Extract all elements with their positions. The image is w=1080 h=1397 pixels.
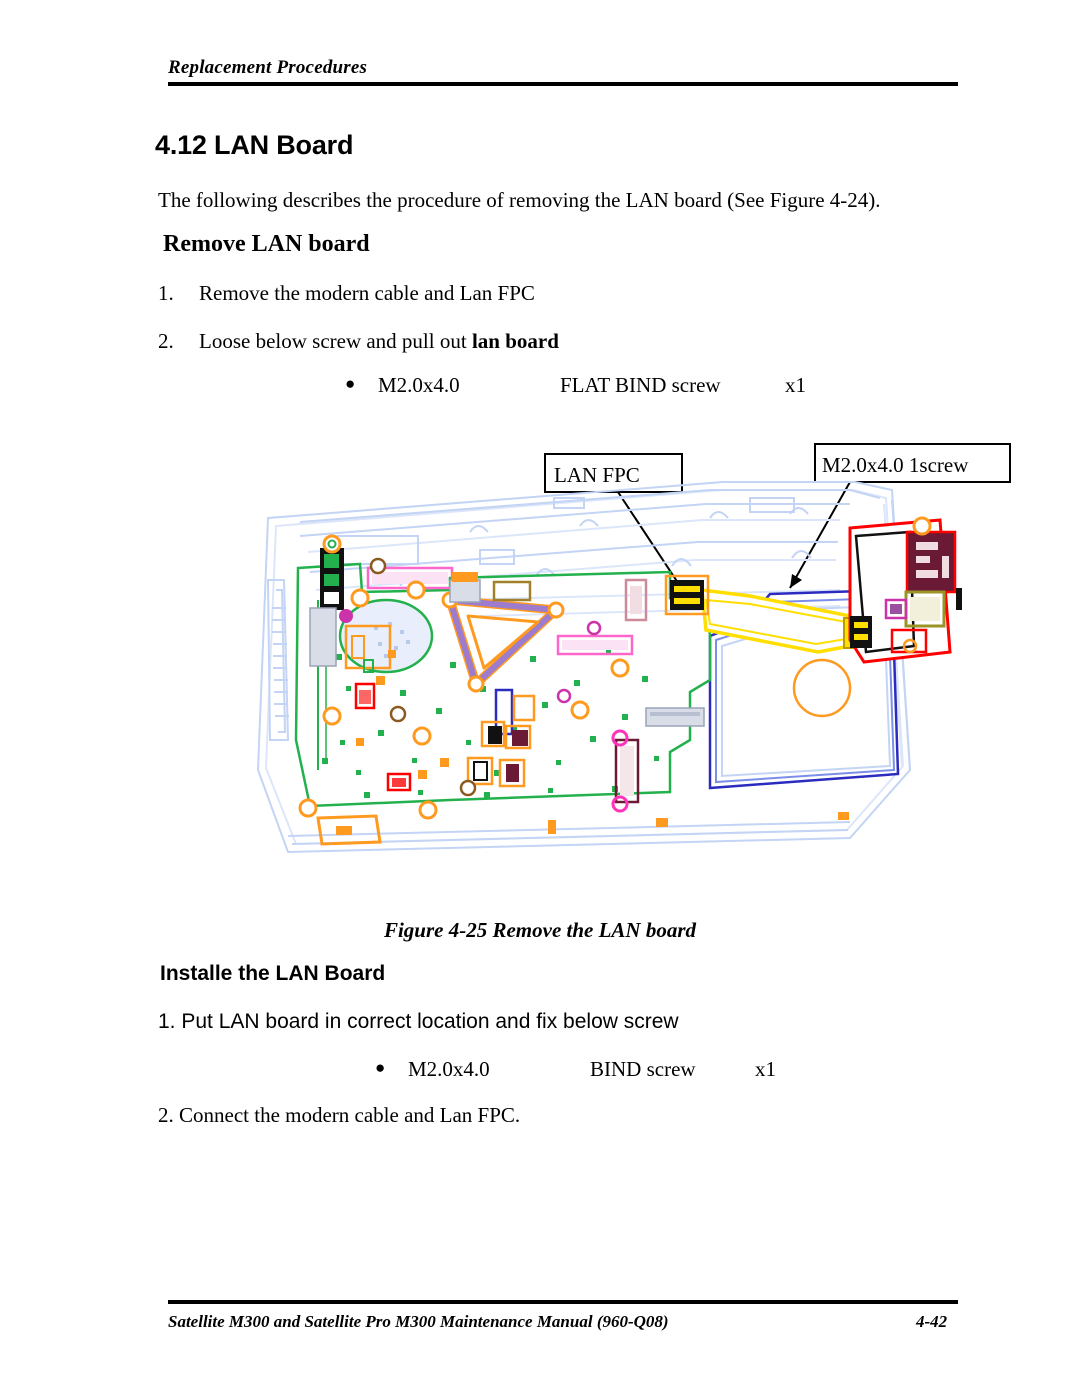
screw-size: M2.0x4.0 xyxy=(378,373,460,397)
section-intro-text: The following describes the procedure of… xyxy=(158,188,881,212)
page-footer: Satellite M300 and Satellite Pro M300 Ma… xyxy=(0,1300,1080,1370)
lan-fpc-cable xyxy=(664,574,869,654)
install-step-1: 1. Put LAN board in correct location and… xyxy=(158,1010,679,1033)
screw-quantity: x1 xyxy=(785,373,806,397)
screw-type: FLAT BIND screw xyxy=(560,373,721,397)
callout-lan-fpc-label: LAN FPC xyxy=(554,463,640,487)
header-rule xyxy=(168,81,958,86)
screw-type: BIND screw xyxy=(590,1057,696,1081)
install-step-2: 2. Connect the modern cable and Lan FPC. xyxy=(158,1103,521,1127)
list-item: 1. Remove the modern cable and Lan FPC xyxy=(158,281,559,306)
remove-steps-list: 1. Remove the modern cable and Lan FPC 2… xyxy=(158,281,559,377)
footer-rule-page xyxy=(905,1300,958,1304)
footer-manual-title: Satellite M300 and Satellite Pro M300 Ma… xyxy=(168,1312,669,1331)
bullet-icon: ● xyxy=(345,374,356,393)
footer-page-number: 4-42 xyxy=(916,1312,948,1331)
remove-section-heading: Remove LAN board xyxy=(163,231,370,257)
lan-board xyxy=(848,516,962,664)
page-title: 4.12 LAN Board xyxy=(155,130,354,160)
running-header: Replacement Procedures xyxy=(168,57,968,86)
list-item-label: Remove the modern cable and Lan FPC xyxy=(199,281,535,305)
list-item-number: 2. xyxy=(158,329,174,353)
bottom-tab-left xyxy=(316,814,382,846)
cpu-heatsink-module xyxy=(445,595,561,689)
manual-page: Replacement Procedures 4.12 LAN Board Th… xyxy=(0,0,1080,1397)
bullet-icon: ● xyxy=(375,1058,386,1077)
figure-remove-lan-board: LAN FPC M2.0x4.0 1screw xyxy=(150,440,1030,910)
list-item-emphasis: lan board xyxy=(471,329,559,353)
list-item-number: 1. xyxy=(158,281,174,305)
screw-size: M2.0x4.0 xyxy=(408,1057,490,1081)
list-item: 2. Loose below screw and pull out lan bo… xyxy=(158,329,559,354)
footer-rule xyxy=(168,1300,958,1304)
callout-screw-spec-label: M2.0x4.0 1screw xyxy=(822,453,969,477)
list-item-label: Loose below screw and pull out xyxy=(199,329,472,353)
figure-caption: Figure 4-25 Remove the LAN board xyxy=(383,918,697,942)
running-header-title: Replacement Procedures xyxy=(168,57,368,78)
install-section-heading: Installe the LAN Board xyxy=(160,962,386,985)
screw-quantity: x1 xyxy=(755,1057,776,1081)
